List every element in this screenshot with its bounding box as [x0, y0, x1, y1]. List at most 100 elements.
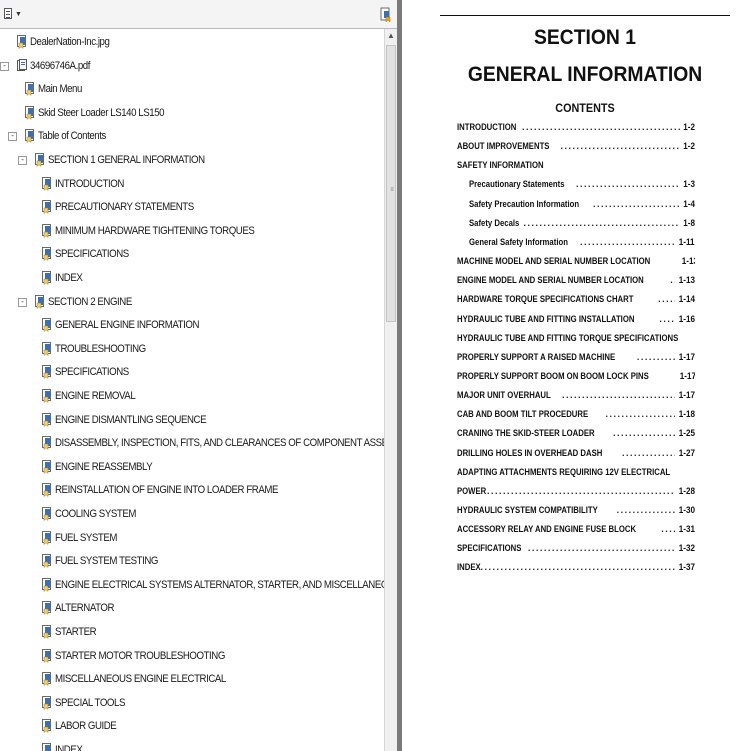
toc-entry-title: General Safety Information — [469, 236, 568, 247]
toc-entry[interactable]: PROPERLY SUPPORT A RAISED MACHINE.......… — [457, 352, 695, 366]
toc-entry[interactable]: POWER...................................… — [457, 486, 695, 500]
toc-entry[interactable]: CRANING THE SKID-STEER LOADER...........… — [457, 428, 695, 442]
toc-entry-page: 1-17 — [678, 390, 695, 401]
toc-entry[interactable]: HYDRAULIC TUBE AND FITTING INSTALLATION.… — [457, 314, 695, 328]
toc-entry[interactable]: ENGINE MODEL AND SERIAL NUMBER LOCATION.… — [457, 275, 695, 289]
expand-bookmark-button[interactable] — [380, 7, 392, 23]
bookmark-icon — [42, 554, 51, 569]
bookmark-icon — [35, 294, 44, 309]
bookmark-item[interactable]: Main Menu — [25, 79, 88, 99]
bookmark-icon — [42, 625, 51, 639]
toc-entry-title: HYDRAULIC TUBE AND FITTING INSTALLATION — [457, 313, 635, 324]
toc-entry[interactable]: Precautionary Statements................… — [469, 179, 695, 193]
bookmark-item[interactable]: COOLING SYSTEM — [42, 504, 147, 524]
bookmark-label: INDEX — [55, 272, 83, 284]
bookmark-item[interactable]: ENGINE DISMANTLING SEQUENCE — [42, 410, 227, 430]
toc-entry[interactable]: ADAPTING ATTACHMENTS REQUIRING 12V ELECT… — [457, 467, 695, 481]
toc-entry[interactable]: INTRODUCTION............................… — [457, 122, 695, 136]
toc-entry[interactable]: HARDWARE TORQUE SPECIFICATIONS CHART....… — [457, 294, 695, 308]
bookmark-item[interactable]: INDEX — [42, 268, 86, 288]
toc-dot-leader: ........................................… — [636, 351, 675, 362]
bookmark-item[interactable]: DealerNation-Inc.jpg — [17, 32, 120, 52]
toc-entry-page: 1-32 — [678, 543, 695, 554]
toc-entry[interactable]: HYDRAULIC SYSTEM COMPATIBILITY..........… — [457, 505, 695, 519]
toc-entry[interactable]: Safety Decals...........................… — [469, 218, 695, 232]
toc-dot-leader: ........................................… — [576, 179, 680, 190]
bookmark-item[interactable]: FUEL SYSTEM — [42, 528, 126, 548]
bookmark-item[interactable]: ENGINE REMOVAL — [42, 386, 146, 406]
bookmark-icon — [42, 648, 51, 663]
bookmark-label: Skid Steer Loader LS140 LS150 — [38, 106, 165, 119]
bookmark-item[interactable]: DISASSEMBLY, INSPECTION, FITS, AND CLEAR… — [42, 433, 384, 453]
toc-entry[interactable]: MAJOR UNIT OVERHAUL.....................… — [457, 390, 695, 404]
toc-entry[interactable]: SPECIFICATIONS..........................… — [457, 543, 695, 557]
bookmark-item[interactable]: SPECIFICATIONS — [42, 244, 139, 264]
bookmark-item[interactable]: PRECAUTIONARY STATEMENTS — [42, 197, 213, 217]
chevron-down-icon: ▼ — [15, 11, 22, 18]
bookmark-item[interactable]: Skid Steer Loader LS140 LS150 — [25, 103, 181, 123]
bookmark-label: ENGINE ELECTRICAL SYSTEMS ALTERNATOR, ST… — [55, 578, 384, 591]
toc-entry-page: 1-16 — [678, 313, 695, 324]
toc-dot-leader: ........................................… — [616, 505, 675, 515]
toc-entry[interactable]: ACCESSORY RELAY AND ENGINE FUSE BLOCK...… — [457, 524, 695, 538]
collapse-toggle-icon[interactable]: - — [18, 156, 27, 165]
bookmark-icon — [42, 318, 51, 333]
bookmark-item[interactable]: MISCELLANEOUS ENGINE ELECTRICAL — [42, 669, 249, 689]
toc-entry-title: ADAPTING ATTACHMENTS REQUIRING 12V ELECT… — [457, 466, 671, 477]
toc-entry[interactable]: MACHINE MODEL AND SERIAL NUMBER LOCATION… — [457, 256, 695, 270]
bookmark-item[interactable]: INDEX — [42, 740, 86, 751]
bookmark-item[interactable]: 34696746A.pdf — [17, 56, 98, 76]
toc-entry[interactable]: CAB AND BOOM TILT PROCEDURE.............… — [457, 409, 695, 423]
bookmark-item[interactable]: ENGINE REASSEMBLY — [42, 457, 166, 477]
toc-entry[interactable]: ABOUT IMPROVEMENTS......................… — [457, 141, 695, 155]
bookmark-item[interactable]: Table of Contents — [25, 126, 115, 146]
toc-entry[interactable]: SAFETY INFORMATION — [457, 160, 695, 174]
toc-entry-page: 1-28 — [678, 485, 695, 496]
bookmark-label: REINSTALLATION OF ENGINE INTO LOADER FRA… — [55, 484, 279, 497]
collapse-toggle-icon[interactable]: - — [0, 61, 9, 71]
section-name: GENERAL INFORMATION — [467, 63, 703, 86]
options-menu-button[interactable]: ▼ — [4, 7, 22, 21]
bookmark-item[interactable]: ENGINE ELECTRICAL SYSTEMS ALTERNATOR, ST… — [42, 575, 384, 595]
toc-entry[interactable]: INDEX...................................… — [457, 562, 695, 576]
bookmark-label: SECTION 1 GENERAL INFORMATION — [48, 154, 205, 166]
toc-entry[interactable]: DRILLING HOLES IN OVERHEAD DASH.........… — [457, 448, 695, 462]
bookmark-label: GENERAL ENGINE INFORMATION — [55, 319, 200, 332]
bookmark-item[interactable]: SPECIFICATIONS — [42, 362, 139, 382]
toc-entry-page: 1-17 — [678, 351, 695, 362]
toc-entry-title: Precautionary Statements — [469, 179, 565, 190]
toc-entry[interactable]: Safety Precaution Information...........… — [469, 199, 695, 213]
bookmarks-scrollbar[interactable]: ▲ ≡ — [384, 29, 397, 751]
toc-dot-leader: ........................................… — [480, 562, 675, 573]
toc-dot-leader: ........................................… — [661, 524, 675, 535]
bookmark-item[interactable]: GENERAL ENGINE INFORMATION — [42, 315, 219, 335]
toc-entry[interactable]: PROPERLY SUPPORT BOOM ON BOOM LOCK PINS.… — [457, 371, 695, 385]
bookmark-item[interactable]: FUEL SYSTEM TESTING — [42, 551, 172, 571]
scroll-up-arrow-icon[interactable]: ▲ — [385, 29, 397, 43]
bookmark-item[interactable]: TROUBLESHOOTING — [42, 339, 158, 359]
toc-entry-page: 1-14 — [678, 294, 695, 305]
bookmark-item[interactable]: ALTERNATOR — [42, 598, 122, 618]
bookmark-item[interactable]: STARTER — [42, 622, 102, 642]
bookmark-item[interactable]: MINIMUM HARDWARE TIGHTENING TORQUES — [42, 221, 282, 241]
bookmark-item[interactable]: SECTION 1 GENERAL INFORMATION — [35, 150, 226, 170]
toc-entry-title: DRILLING HOLES IN OVERHEAD DASH — [457, 447, 603, 458]
bookmark-label: COOLING SYSTEM — [55, 508, 136, 520]
scrollbar-thumb[interactable]: ≡ — [386, 45, 396, 322]
toc-dot-leader: ........................................… — [527, 543, 675, 554]
bookmark-item[interactable]: LABOR GUIDE — [42, 716, 125, 736]
collapse-toggle-icon[interactable]: - — [8, 132, 17, 142]
bookmark-item[interactable]: SPECIAL TOOLS — [42, 693, 135, 713]
toc-entry-title: ACCESSORY RELAY AND ENGINE FUSE BLOCK — [457, 524, 637, 535]
bookmark-item[interactable]: REINSTALLATION OF ENGINE INTO LOADER FRA… — [42, 480, 308, 500]
bookmark-item[interactable]: STARTER MOTOR TROUBLESHOOTING — [42, 646, 248, 666]
bookmark-label: TROUBLESHOOTING — [55, 342, 146, 355]
bookmark-item[interactable]: SECTION 2 ENGINE — [35, 292, 143, 312]
section-title: SECTION 1 — [533, 26, 636, 49]
bookmark-label: INDEX — [55, 744, 83, 751]
bookmark-item[interactable]: INTRODUCTION — [42, 174, 133, 194]
collapse-toggle-icon[interactable]: - — [18, 297, 27, 307]
bookmark-label: ENGINE REASSEMBLY — [55, 460, 153, 473]
toc-entry[interactable]: General Safety Information..............… — [469, 237, 695, 251]
toc-entry[interactable]: HYDRAULIC TUBE AND FITTING TORQUE SPECIF… — [457, 333, 695, 347]
